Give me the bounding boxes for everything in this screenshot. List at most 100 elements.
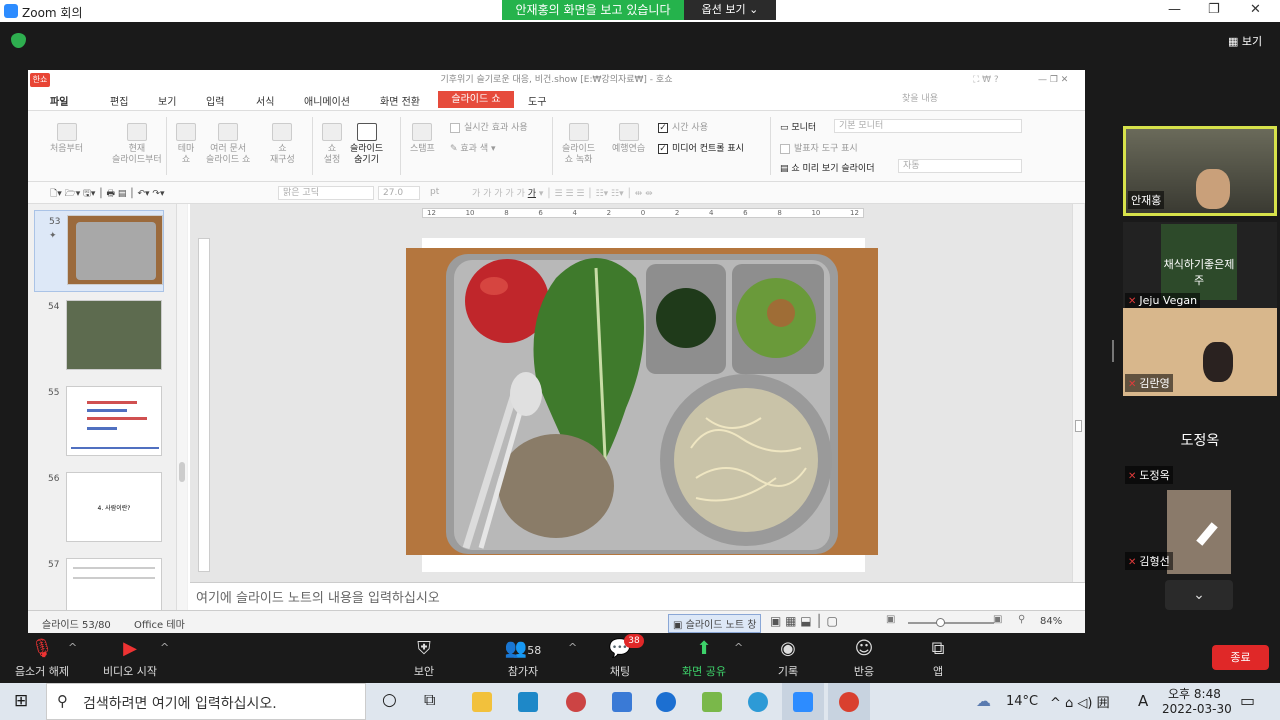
cortana-icon[interactable]: ○ xyxy=(382,690,397,710)
file-explorer-icon[interactable] xyxy=(472,692,492,712)
video-options-chevron-icon[interactable]: ^ xyxy=(160,641,169,654)
use-timing-check[interactable]: ✓ 시간 사용 xyxy=(658,120,708,133)
start-video-button[interactable]: ▶ 비디오 시작 xyxy=(96,638,164,679)
taskbar-search-input[interactable]: ⚲ 검색하려면 여기에 입력하십시오. xyxy=(46,683,366,720)
audio-options-chevron-icon[interactable]: ^ xyxy=(68,641,77,654)
file-buttons-icon[interactable]: 🗋▾ 🗁▾ 🖫▾ │ 🖶 ▤ │ ↶▾ ↷▾ xyxy=(50,186,164,202)
slide-thumb-53[interactable]: 53 ✦ xyxy=(34,210,164,292)
view-layout-button[interactable]: ▦ 보기 xyxy=(1228,33,1262,49)
internet-explorer-icon[interactable] xyxy=(656,692,676,712)
hide-slide-button[interactable]: 슬라이드 숨기기 xyxy=(350,123,383,166)
theme-show-button[interactable]: 테마 쇼 xyxy=(176,123,196,166)
media-controls-check[interactable]: ✓ 미디어 컨트롤 표시 xyxy=(658,141,744,154)
multi-doc-show-button[interactable]: 여러 문서 슬라이드 쇼 xyxy=(206,123,250,166)
weather-temp[interactable]: 14°C xyxy=(1006,694,1038,709)
menu-insert[interactable]: 입력 xyxy=(206,93,224,108)
close-icon[interactable]: ✕ xyxy=(1250,2,1261,17)
participant-tile-do-jeongok[interactable]: 도정옥 ✕ 도정옥 xyxy=(1123,400,1277,488)
presenter-tools-check[interactable]: 발표자 도구 표시 xyxy=(780,141,858,154)
slide-thumb-55[interactable]: 55 xyxy=(34,382,164,464)
menu-view[interactable]: 보기 xyxy=(158,93,176,108)
task-view-icon[interactable]: ⧉ xyxy=(424,690,435,710)
slide-thumb-image xyxy=(66,300,162,370)
restore-icon[interactable]: ❐ xyxy=(1208,2,1220,17)
windows-start-icon[interactable]: ⊞ xyxy=(14,691,28,711)
magnifier-icon[interactable]: ⚲ xyxy=(1018,614,1025,625)
share-chevron-icon[interactable]: ^ xyxy=(734,641,743,654)
participant-tile-jeju-vegan[interactable]: 채식하기좋은제주 ✕ Jeju Vegan xyxy=(1123,222,1277,312)
participants-icon: 👥58 xyxy=(504,638,542,659)
realtime-effect-check[interactable]: 실시간 효과 사용 xyxy=(450,120,528,133)
view-mode-icons[interactable]: ▣ ▦ ⬓ │ ▢ xyxy=(770,614,838,628)
end-meeting-button[interactable]: 종료 xyxy=(1212,645,1269,670)
zoom-taskbar-button[interactable] xyxy=(782,683,824,720)
menu-animation[interactable]: 애니메이션 xyxy=(304,93,350,108)
font-select[interactable]: 맑은 고딕 xyxy=(278,186,374,200)
maps-icon[interactable] xyxy=(702,692,722,712)
search-field[interactable]: 찾을 내용 xyxy=(898,93,1058,107)
notification-icon[interactable]: ▭ xyxy=(1240,691,1255,710)
effect-color-button[interactable]: ✎ 효과 색 ▾ xyxy=(450,141,496,154)
participant-tile-kim-hyungsun[interactable]: ✕ 김형선 xyxy=(1123,490,1277,574)
menu-file[interactable]: 파일 xyxy=(50,93,68,108)
reactions-button[interactable]: ☺ 반응 xyxy=(844,638,884,679)
from-current-button[interactable]: 현재 슬라이드부터 xyxy=(112,123,162,166)
from-start-button[interactable]: 처음부터 xyxy=(50,123,83,155)
fit-icon[interactable]: ▣ xyxy=(993,614,1002,625)
stamp-button[interactable]: 스탬프 xyxy=(410,123,435,155)
menu-slideshow[interactable]: 슬라이드 쇼 xyxy=(438,91,514,108)
rehearse-button[interactable]: 예행연습 xyxy=(612,123,645,155)
reconfigure-show-button[interactable]: 쇼 재구성 xyxy=(270,123,295,166)
record-button[interactable]: ◉ 기록 xyxy=(768,638,808,679)
share-screen-button[interactable]: ⬆ 화면 공유 xyxy=(676,638,732,679)
window-controls-icon[interactable]: — ❐ ✕ xyxy=(1038,70,1068,90)
tray-icons[interactable]: ^ ⌂ ◁) 囲 xyxy=(1050,692,1110,711)
more-participants-chevron-icon[interactable]: ⌄ xyxy=(1165,580,1233,610)
slide-notes-input[interactable]: 여기에 슬라이드 노트의 내용을 입력하십시오 xyxy=(190,582,1085,610)
participant-tile-speaker[interactable]: 안재홍 xyxy=(1123,126,1277,216)
preview-slider-label: ▤ 쇼 미리 보기 슬라이더 xyxy=(780,164,875,174)
shield-icon: ⛨ xyxy=(417,638,431,659)
notes-window-button[interactable]: ▣ 슬라이드 노트 창 xyxy=(668,614,762,633)
slide-thumb-57[interactable]: 57 xyxy=(34,554,164,610)
minimize-icon[interactable]: — xyxy=(1168,2,1181,17)
preview-slider-select[interactable]: 자동 xyxy=(898,159,1022,173)
menu-tools[interactable]: 도구 xyxy=(528,93,546,108)
slide-thumb-56[interactable]: 56 4. 사람이란? xyxy=(34,468,164,550)
menu-format[interactable]: 서식 xyxy=(256,93,274,108)
encryption-shield-icon[interactable] xyxy=(11,33,26,48)
menu-edit[interactable]: 편집 xyxy=(110,93,128,108)
monitor-select[interactable]: 기본 모니터 xyxy=(834,119,1022,133)
thumbnail-scrollbar[interactable] xyxy=(176,204,187,610)
slide-vertical-scrollbar[interactable] xyxy=(1072,204,1084,582)
hancom-taskbar-button[interactable] xyxy=(828,683,870,720)
clock-date[interactable]: 2022-03-30 xyxy=(1162,702,1232,716)
font-size-input[interactable]: 27.0 xyxy=(378,186,420,200)
participants-chevron-icon[interactable]: ^ xyxy=(568,641,577,654)
calculator-icon[interactable] xyxy=(612,692,632,712)
apps-button[interactable]: ⧉ 앱 xyxy=(918,638,958,679)
participant-tile-kim-ranyoung[interactable]: ✕ 김란영 xyxy=(1123,308,1277,396)
record-show-button[interactable]: 슬라이드 쇼 녹화 xyxy=(562,123,595,166)
panel-resize-handle[interactable] xyxy=(1112,340,1114,362)
view-options-button[interactable]: 옵션 보기 ⌄ xyxy=(684,0,776,20)
store-icon[interactable] xyxy=(518,692,538,712)
participants-button[interactable]: 👥58 참가자 xyxy=(496,638,550,679)
windows-taskbar: ⊞ ⚲ 검색하려면 여기에 입력하십시오. ○ ⧉ ☁ 14°C ^ ⌂ ◁) … xyxy=(0,683,1280,720)
hancom-title-bar: 한쇼 기후위기 슬기로운 대응, 비건.show [E:₩강의자료₩] - 호쇼… xyxy=(28,70,1085,90)
slide-thumb-54[interactable]: 54 xyxy=(34,296,164,378)
zoom-out-icon[interactable]: ▣ xyxy=(886,614,895,625)
input-language[interactable]: A xyxy=(1138,692,1148,710)
text-style-icons[interactable]: 가 가 가 가 가 가 ▾ │ ☰ ☰ ☰ │ ☷▾ ☷▾ │ ⇹ ⇹ xyxy=(472,186,653,199)
clock-time[interactable]: 오후 8:48 xyxy=(1168,685,1221,702)
app-icon[interactable] xyxy=(566,692,586,712)
menu-transition[interactable]: 화면 전환 xyxy=(380,93,420,108)
show-setup-button[interactable]: 쇼 설정 xyxy=(322,123,342,166)
weather-icon[interactable]: ☁ xyxy=(976,692,991,710)
edge-icon[interactable] xyxy=(748,692,768,712)
current-slide[interactable] xyxy=(406,238,878,572)
zoom-slider[interactable] xyxy=(908,618,994,627)
unmute-button[interactable]: 🎙 음소거 해제 xyxy=(10,638,74,679)
fullscreen-icon[interactable]: ⛶ ₩ ? xyxy=(973,70,999,90)
security-button[interactable]: ⛨ 보안 xyxy=(404,638,444,679)
